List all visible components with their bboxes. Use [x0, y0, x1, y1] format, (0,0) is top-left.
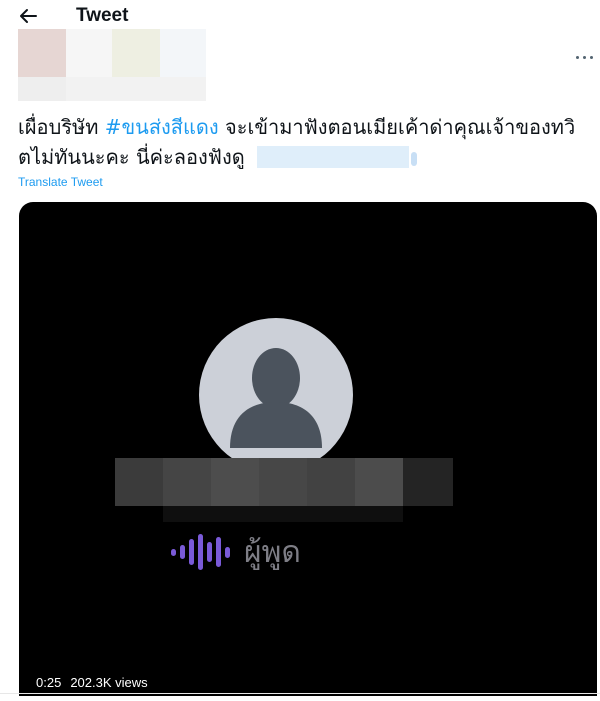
more-button[interactable] — [574, 50, 596, 66]
more-dots-icon — [576, 56, 579, 59]
translate-tweet-link[interactable]: Translate Tweet — [18, 175, 103, 189]
video-player[interactable]: ผู้พูด 0:25 202.3K views — [19, 202, 597, 696]
video-duration: 0:25 — [36, 675, 62, 690]
divider — [0, 693, 600, 694]
speaker-indicator: ผู้พูด — [171, 532, 301, 572]
arrow-left-icon — [20, 9, 37, 23]
back-button[interactable] — [16, 4, 42, 28]
audio-wave-icon — [171, 532, 230, 572]
tweet-text-start: เผื่อบริษัท — [18, 115, 105, 139]
default-avatar-icon — [199, 318, 353, 472]
video-views: 202.3K views — [70, 675, 148, 690]
hashtag-link[interactable]: #ขนส่งสีแดง — [105, 115, 219, 139]
redacted-caller-name — [115, 458, 455, 522]
tweet-text: เผื่อบริษัท #ขนส่งสีแดง จะเข้ามาฟังตอนเม… — [18, 112, 584, 172]
speaker-label: ผู้พูด — [244, 534, 301, 570]
video-meta: 0:25 202.3K views — [36, 675, 157, 690]
redacted-mention[interactable] — [257, 146, 410, 168]
avatar[interactable] — [18, 29, 66, 101]
page-title: Tweet — [76, 5, 129, 26]
author-name[interactable] — [66, 29, 206, 101]
